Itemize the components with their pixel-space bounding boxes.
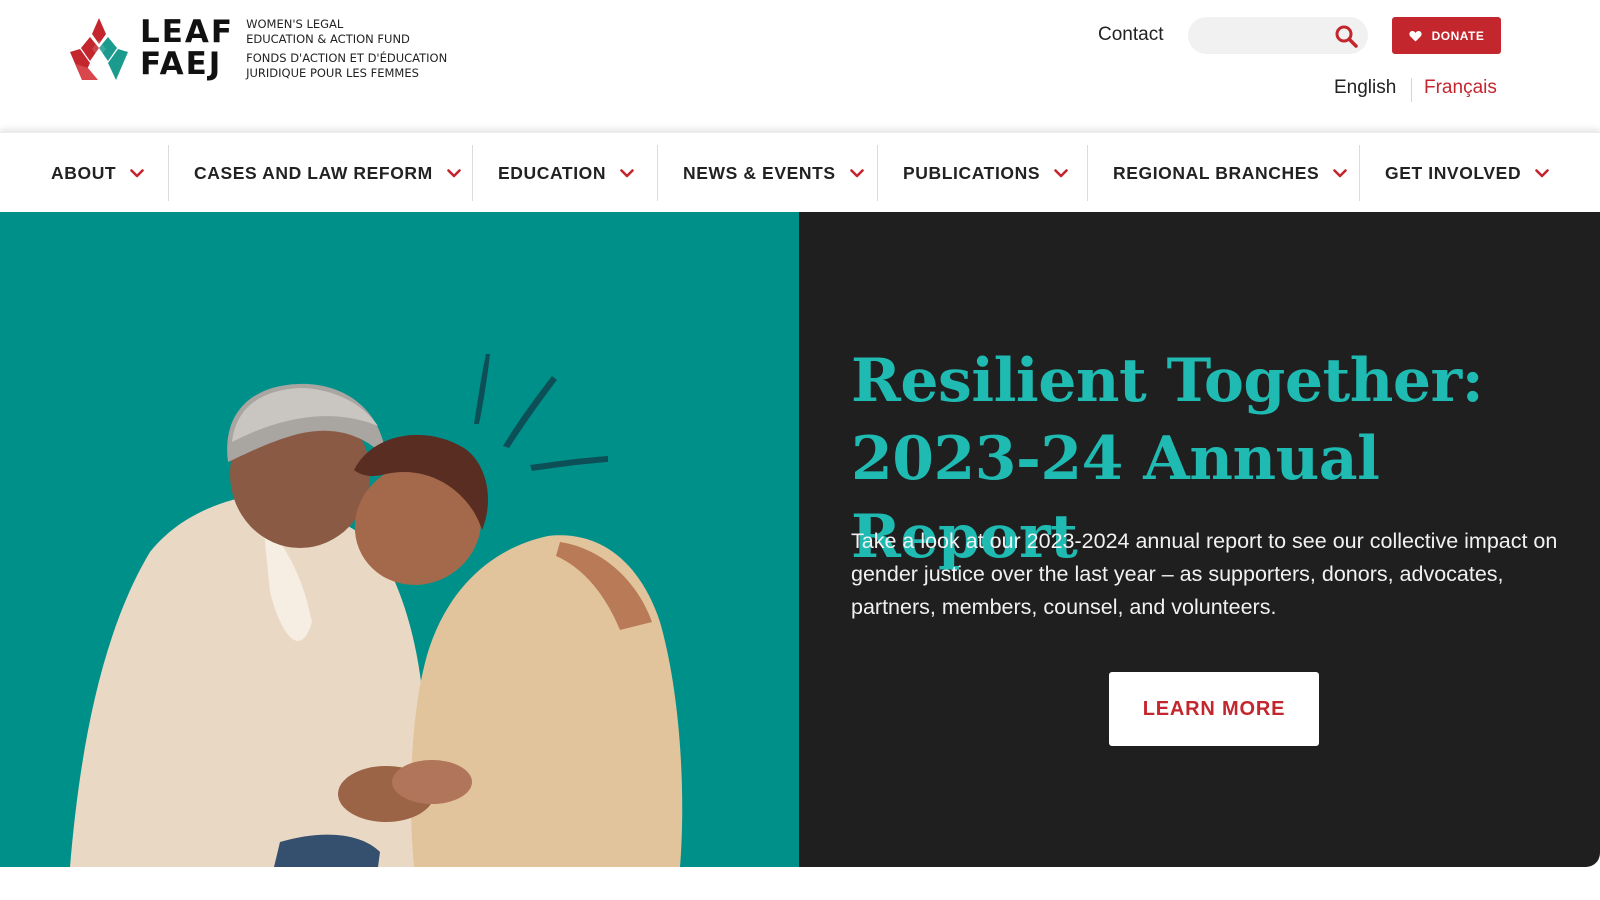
hero-content-panel: Resilient Together: 2023-24 Annual Repor… — [799, 212, 1600, 867]
main-nav: ABOUT CASES AND LAW REFORM EDUCATION NEW… — [0, 132, 1600, 212]
nav-divider — [1359, 145, 1360, 201]
language-french[interactable]: Français — [1424, 77, 1497, 99]
heart-icon — [1409, 30, 1422, 41]
nav-divider — [472, 145, 473, 201]
chevron-down-icon — [130, 168, 145, 177]
nav-item-education[interactable]: EDUCATION — [498, 133, 634, 213]
nav-item-label: CASES AND LAW REFORM — [194, 162, 433, 183]
language-english[interactable]: English — [1334, 77, 1396, 99]
logo-line-faej: FAEJ — [140, 46, 223, 82]
site-header: LEAF FAEJ Women's Legal Education & Acti… — [0, 0, 1600, 132]
nav-item-get-involved[interactable]: GET INVOLVED — [1385, 133, 1550, 213]
chevron-down-icon — [1333, 168, 1348, 177]
hero-image-panel — [0, 212, 799, 867]
nav-item-news-events[interactable]: NEWS & EVENTS — [683, 133, 864, 213]
hero-banner: Resilient Together: 2023-24 Annual Repor… — [0, 212, 1600, 867]
tagline-en-2: Education & Action Fund — [246, 32, 410, 46]
donate-label: DONATE — [1431, 28, 1485, 43]
logo-wordmark: LEAF FAEJ — [140, 16, 234, 80]
chevron-down-icon — [447, 168, 461, 177]
search-input[interactable] — [1202, 17, 1322, 54]
nav-item-label: REGIONAL BRANCHES — [1113, 162, 1320, 183]
nav-divider — [1087, 145, 1088, 201]
logo-line-leaf: LEAF — [140, 14, 235, 50]
hero-image — [70, 354, 683, 867]
chevron-down-icon — [1054, 168, 1068, 177]
search-box — [1188, 17, 1368, 54]
chevron-down-icon — [620, 168, 634, 177]
nav-item-publications[interactable]: PUBLICATIONS — [903, 133, 1068, 213]
hero-description: Take a look at our 2023-2024 annual repo… — [851, 529, 1558, 619]
nav-item-label: EDUCATION — [498, 162, 607, 183]
search-icon[interactable] — [1334, 24, 1358, 48]
nav-divider — [168, 145, 169, 201]
nav-divider — [657, 145, 658, 201]
nav-item-regional-branches[interactable]: REGIONAL BRANCHES — [1113, 133, 1348, 213]
leaf-logo-icon — [70, 18, 128, 80]
tagline-fr-2: juridique pour les femmes — [246, 66, 419, 80]
logo-tagline: Women's Legal Education & Action Fund Fo… — [246, 17, 447, 81]
nav-item-about[interactable]: ABOUT — [51, 133, 145, 213]
nav-item-label: PUBLICATIONS — [903, 162, 1041, 183]
nav-item-label: NEWS & EVENTS — [683, 162, 836, 183]
nav-item-cases-and-law-reform[interactable]: CASES AND LAW REFORM — [194, 133, 461, 213]
tagline-en-1: Women's Legal — [246, 17, 344, 31]
nav-divider — [877, 145, 878, 201]
chevron-down-icon — [1535, 168, 1550, 177]
leaf-logo[interactable]: LEAF FAEJ Women's Legal Education & Acti… — [68, 16, 447, 82]
contact-link[interactable]: Contact — [1098, 24, 1163, 46]
language-divider — [1411, 78, 1412, 102]
chevron-down-icon — [849, 168, 864, 177]
nav-item-label: ABOUT — [51, 162, 117, 183]
learn-more-button[interactable]: LEARN MORE — [1109, 672, 1319, 746]
tagline-fr-1: Fonds d'action et d'éducation — [246, 51, 448, 65]
donate-button[interactable]: DONATE — [1392, 17, 1501, 54]
nav-item-label: GET INVOLVED — [1385, 162, 1522, 183]
